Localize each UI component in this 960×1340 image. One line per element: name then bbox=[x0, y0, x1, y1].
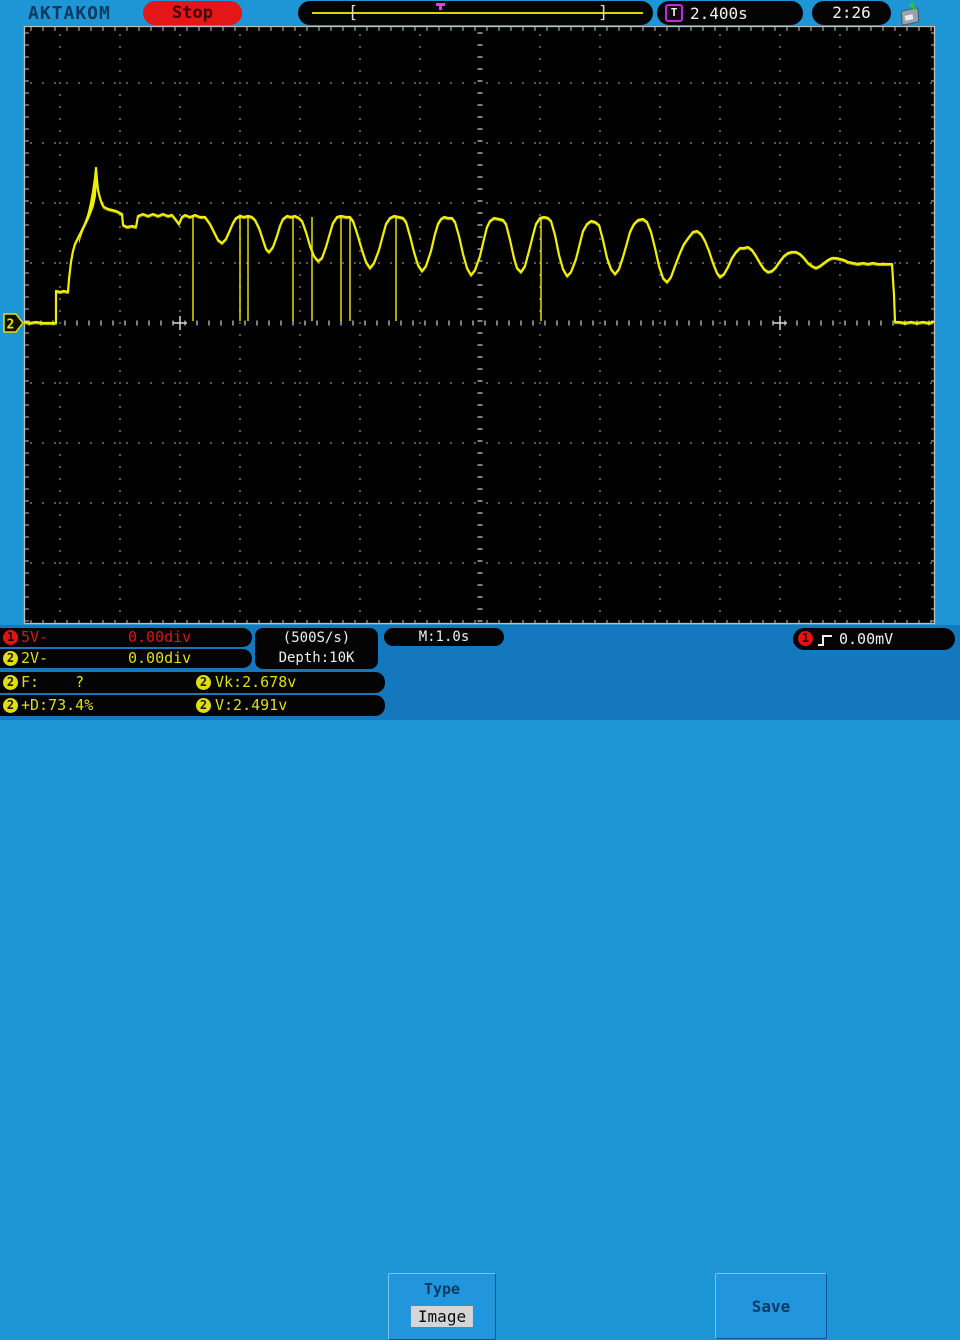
ch1-offset: 0.00div bbox=[128, 628, 192, 646]
sample-rate: (500S/s) bbox=[282, 630, 351, 646]
meas4-ch-badge: 2 bbox=[196, 698, 211, 713]
storage-icon bbox=[898, 2, 924, 26]
brand-logo: AKTAKOM bbox=[28, 3, 111, 24]
meas-vk: Vk:2.678v bbox=[215, 673, 297, 691]
ch2-ground-marker bbox=[3, 313, 24, 333]
ch2-ground-marker-label: 2 bbox=[7, 318, 15, 333]
measurement-row-2: 2 +D:73.4% 2 V:2.491v bbox=[0, 695, 385, 716]
memory-bar-line bbox=[312, 12, 643, 14]
ch1-readout: 1 5V- 0.00div bbox=[0, 628, 252, 647]
memory-depth: Depth:10K bbox=[278, 650, 355, 666]
meas-frequency: F: ? bbox=[21, 673, 85, 691]
ch1-scale: 5V- bbox=[21, 628, 49, 646]
trigger-time-value: 2.400s bbox=[690, 4, 748, 23]
trigger-level-readout: 1 0.00mV bbox=[793, 628, 955, 650]
ch2-badge: 2 bbox=[3, 651, 18, 666]
ch1-badge: 1 bbox=[3, 630, 18, 645]
trigger-source-badge: 1 bbox=[798, 631, 813, 646]
trigger-level-value: 0.00mV bbox=[839, 630, 894, 648]
acquisition-stop-badge[interactable]: Stop bbox=[143, 1, 242, 25]
bottom-status-panel: 1 5V- 0.00div 2 2V- 0.00div (500S/s) Dep… bbox=[0, 625, 960, 1340]
measurement-row-1: 2 F: ? 2 Vk:2.678v bbox=[0, 672, 385, 693]
type-menu-softkey[interactable]: Type Image bbox=[388, 1273, 496, 1340]
meas-v: V:2.491v bbox=[215, 696, 288, 714]
meas1-ch-badge: 2 bbox=[3, 675, 18, 690]
ch2-offset: 0.00div bbox=[128, 649, 192, 667]
window-right-bracket: ] bbox=[598, 3, 609, 23]
ch2-scale: 2V- bbox=[21, 649, 49, 667]
ch2-readout: 2 2V- 0.00div bbox=[0, 649, 252, 668]
oscilloscope-screen: { "brand": "AKTAKOM", "top_bar": { "stat… bbox=[0, 0, 960, 1340]
trigger-t-icon: T bbox=[665, 4, 683, 22]
save-button-label: Save bbox=[751, 1297, 791, 1316]
window-left-bracket: [ bbox=[348, 3, 359, 23]
type-menu-selected-value[interactable]: Image bbox=[410, 1306, 474, 1327]
acquisition-info: (500S/s) Depth:10K bbox=[255, 628, 378, 669]
rising-edge-icon bbox=[817, 632, 834, 651]
horizontal-position-indicator: [ ] bbox=[298, 1, 653, 25]
save-button[interactable]: Save bbox=[715, 1273, 827, 1339]
trigger-position-marker-icon bbox=[436, 3, 445, 10]
timebase-readout: M:1.0s bbox=[384, 628, 504, 646]
meas-duty: +D:73.4% bbox=[21, 696, 94, 714]
clock: 2:26 bbox=[812, 1, 891, 25]
type-menu-label: Type bbox=[423, 1280, 461, 1298]
meas3-ch-badge: 2 bbox=[3, 698, 18, 713]
top-status-bar: AKTAKOM Stop [ ] T 2.400s 2:26 bbox=[0, 0, 960, 26]
waveform-display bbox=[25, 27, 935, 624]
trigger-time-readout: T 2.400s bbox=[657, 1, 803, 25]
meas2-ch-badge: 2 bbox=[196, 675, 211, 690]
